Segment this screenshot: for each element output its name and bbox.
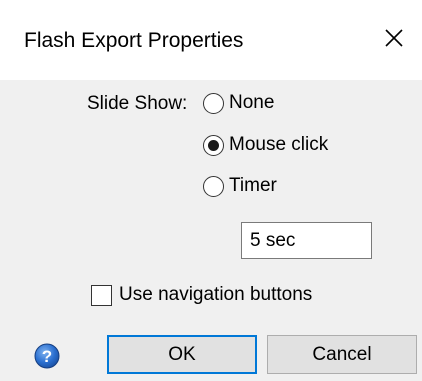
navigation-checkbox-label: Use navigation buttons	[119, 284, 313, 305]
ok-button[interactable]: OK	[107, 335, 257, 374]
flash-export-dialog: Flash Export Properties Slide Show: None…	[0, 0, 422, 381]
radio-selected-dot	[208, 139, 219, 151]
use-navigation-buttons-option[interactable]: Use navigation buttons	[91, 284, 312, 306]
close-icon	[385, 29, 403, 47]
radio-timer-label: Timer	[229, 175, 277, 196]
radio-button[interactable]	[203, 175, 224, 197]
slide-show-label: Slide Show:	[87, 93, 188, 114]
radio-timer[interactable]: Timer	[203, 175, 277, 197]
timer-interval-field[interactable]: 5 sec	[241, 222, 372, 259]
cancel-button[interactable]: Cancel	[267, 335, 417, 374]
radio-button[interactable]	[203, 92, 224, 114]
title-bar: Flash Export Properties	[0, 0, 422, 80]
radio-none[interactable]: None	[203, 92, 274, 114]
help-icon[interactable]: ?	[34, 343, 60, 369]
radio-button-selected[interactable]	[203, 134, 224, 156]
dialog-title: Flash Export Properties	[24, 29, 244, 52]
navigation-checkbox[interactable]	[91, 284, 112, 306]
close-button[interactable]	[380, 24, 408, 52]
radio-none-label: None	[229, 92, 275, 113]
svg-text:?: ?	[42, 347, 52, 366]
radio-mouse-click[interactable]: Mouse click	[203, 134, 328, 156]
radio-mouse-click-label: Mouse click	[229, 134, 329, 155]
